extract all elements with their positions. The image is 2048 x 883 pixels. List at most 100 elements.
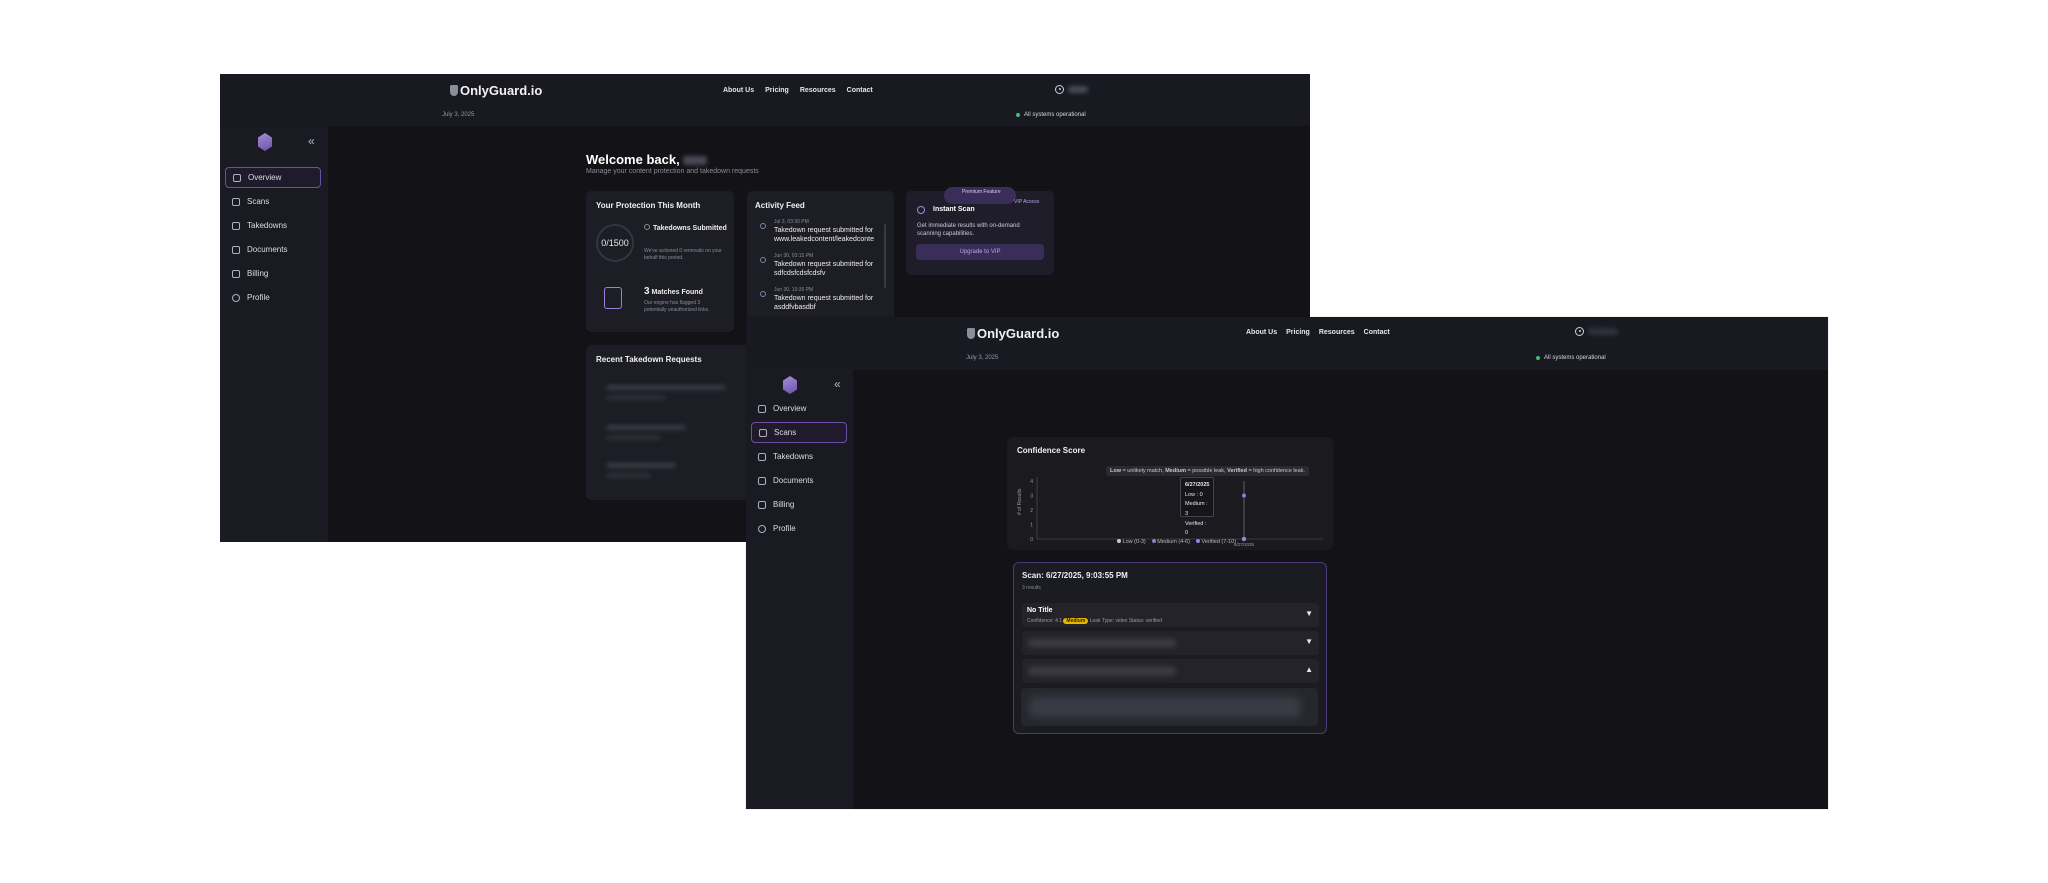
vip-access-label: VIP Access xyxy=(1014,199,1040,205)
scan-result-row[interactable]: ▲ xyxy=(1022,659,1319,683)
feed-item-time: Jul 3, 03:30 PM xyxy=(774,219,809,225)
y-tick-label: 3 xyxy=(1030,494,1033,500)
legend-verified[interactable]: Verified (7-10) xyxy=(1196,539,1236,545)
matches-stat: 3 Matches Found xyxy=(644,286,703,297)
user-name xyxy=(1588,328,1618,335)
recent-takedowns-title: Recent Takedown Requests xyxy=(596,355,702,364)
main-nav: About Us Pricing Resources Contact xyxy=(723,87,873,94)
data-point-medium[interactable] xyxy=(1242,493,1246,498)
chevron-down-icon[interactable]: ▼ xyxy=(1305,609,1313,618)
sidebar-item-scans[interactable]: Scans xyxy=(751,422,847,443)
nav-pricing[interactable]: Pricing xyxy=(1286,329,1310,336)
search-file-icon xyxy=(604,287,622,309)
check-circle-icon xyxy=(644,224,650,230)
scan-title: Scan: 6/27/2025, 9:03:55 PM xyxy=(1022,571,1128,580)
chart-legend: Low (0-3) Medium (4-6) Verified (7-10) xyxy=(1117,539,1236,545)
y-tick-label: 4 xyxy=(1030,479,1033,485)
feed-item-text: Takedown request submitted for asddfvbas… xyxy=(774,295,874,312)
sidebar-item-scans[interactable]: Scans xyxy=(225,191,321,212)
legend-medium[interactable]: Medium (4-6) xyxy=(1151,539,1190,545)
feed-item-text: Takedown request submitted for www.leake… xyxy=(774,227,875,244)
user-icon xyxy=(1575,327,1584,336)
system-status-text: All systems operational xyxy=(1544,355,1606,361)
upgrade-vip-button[interactable]: Upgrade to VIP xyxy=(916,244,1044,260)
shield-icon xyxy=(967,328,975,339)
feed-scrollbar[interactable] xyxy=(884,224,886,288)
sidebar: « Overview Scans Takedowns Documents Bil… xyxy=(746,370,853,809)
collapse-icon[interactable]: « xyxy=(308,134,315,148)
x-tick-label: 6/27/2025 xyxy=(1234,542,1255,547)
scan-result-row[interactable]: No Title Confidence: 4.1 Medium Leak Typ… xyxy=(1022,603,1319,627)
y-axis-label: # of Results xyxy=(1017,488,1023,515)
sidebar-item-billing[interactable]: Billing xyxy=(225,263,321,284)
takedown-row xyxy=(606,435,661,440)
profile-icon xyxy=(758,524,766,533)
nav-about[interactable]: About Us xyxy=(1246,329,1277,336)
feed-item-text: Takedown request submitted for sdfcdsfcd… xyxy=(774,261,874,278)
takedown-row xyxy=(606,463,676,468)
data-point-verified[interactable] xyxy=(1242,537,1246,541)
takedown-row xyxy=(606,395,666,400)
nav-contact[interactable]: Contact xyxy=(847,87,873,94)
refresh-icon xyxy=(917,206,925,214)
file-icon xyxy=(758,452,766,461)
nav-pricing[interactable]: Pricing xyxy=(765,87,789,94)
blurred-content xyxy=(1029,696,1301,718)
result-title: No Title xyxy=(1027,607,1053,614)
sidebar-item-profile[interactable]: Profile xyxy=(751,518,847,539)
scan-result-row[interactable]: ▼ xyxy=(1022,631,1319,655)
recent-takedowns-card: Recent Takedown Requests xyxy=(586,345,766,500)
main-nav: About Us Pricing Resources Contact xyxy=(1246,329,1390,336)
confidence-chart-card: Confidence Score Low = unlikely match, M… xyxy=(1007,437,1333,550)
legend-low[interactable]: Low (0-3) xyxy=(1117,539,1146,545)
result-meta: Confidence: 4.1 Medium Leak Type: video … xyxy=(1027,618,1162,624)
sidebar-item-takedowns[interactable]: Takedowns xyxy=(751,446,847,467)
sidebar-item-documents[interactable]: Documents xyxy=(751,470,847,491)
main-content: Confidence Score Low = unlikely match, M… xyxy=(853,370,1828,809)
user-name xyxy=(1068,86,1088,93)
nav-resources[interactable]: Resources xyxy=(800,87,836,94)
activity-feed-card: Activity Feed Jul 3, 03:30 PM Takedown r… xyxy=(747,191,894,332)
user-icon xyxy=(1055,85,1064,94)
credit-card-icon xyxy=(232,269,240,278)
matches-count: 3 xyxy=(644,286,650,297)
sidebar-item-billing[interactable]: Billing xyxy=(751,494,847,515)
scan-result-card: Scan: 6/27/2025, 9:03:55 PM 3 results No… xyxy=(1013,562,1327,734)
chevron-up-icon[interactable]: ▲ xyxy=(1305,665,1313,674)
user-menu[interactable] xyxy=(1055,85,1088,94)
brand-logo[interactable]: OnlyGuard.io xyxy=(450,83,542,98)
sidebar-item-takedowns[interactable]: Takedowns xyxy=(225,215,321,236)
takedown-row xyxy=(606,473,651,478)
instant-scan-desc: Get immediate results with on-demand sca… xyxy=(917,223,1020,238)
y-tick-label: 2 xyxy=(1030,508,1033,514)
sidebar: « Overview Scans Takedowns Documents Bil… xyxy=(220,126,328,542)
document-icon xyxy=(232,245,240,254)
confidence-chart: # of Results 0 1 2 3 4 6/27/2025 xyxy=(1017,477,1323,547)
nav-resources[interactable]: Resources xyxy=(1319,329,1355,336)
sidebar-item-overview[interactable]: Overview xyxy=(751,398,847,419)
brand-logo[interactable]: OnlyGuard.io xyxy=(967,326,1059,341)
expanded-row-details xyxy=(1021,688,1318,726)
chevron-down-icon[interactable]: ▼ xyxy=(1305,637,1313,646)
home-icon xyxy=(233,173,241,182)
protection-title: Your Protection This Month xyxy=(596,201,701,210)
sidebar-item-profile[interactable]: Profile xyxy=(225,287,321,308)
sidebar-item-documents[interactable]: Documents xyxy=(225,239,321,260)
current-date: July 3, 2025 xyxy=(966,355,999,361)
nav-contact[interactable]: Contact xyxy=(1364,329,1390,336)
brand-name: OnlyGuard.io xyxy=(977,326,1060,341)
nav-about[interactable]: About Us xyxy=(723,87,754,94)
collapse-icon[interactable]: « xyxy=(834,377,841,391)
activity-title: Activity Feed xyxy=(755,201,805,210)
welcome-subtitle: Manage your content protection and taked… xyxy=(586,168,759,175)
instant-scan-title: Instant Scan xyxy=(933,206,975,213)
matches-desc: Our engine has flagged 3 potentially una… xyxy=(644,300,710,313)
profile-icon xyxy=(232,293,240,302)
y-tick-label: 0 xyxy=(1030,537,1033,543)
takedowns-desc: We've actioned 0 removals on your behalf… xyxy=(644,248,722,261)
top-navbar: OnlyGuard.io About Us Pricing Resources … xyxy=(746,317,1828,370)
takedown-row xyxy=(606,425,686,430)
top-navbar: OnlyGuard.io About Us Pricing Resources … xyxy=(220,74,1310,126)
user-menu[interactable] xyxy=(1575,327,1618,336)
sidebar-item-overview[interactable]: Overview xyxy=(225,167,321,188)
